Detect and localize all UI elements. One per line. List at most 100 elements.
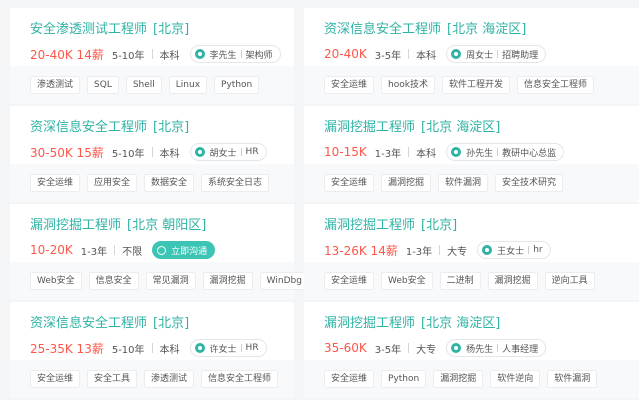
skill-tag[interactable]: 系统安全日志 xyxy=(201,174,270,192)
job-title-text[interactable]: 资深信息安全工程师 xyxy=(30,316,147,331)
recruiter-role: 教研中心总监 xyxy=(502,148,557,159)
job-title-text[interactable]: 资深信息安全工程师 xyxy=(30,120,147,135)
skill-tag[interactable]: 安全工具 xyxy=(87,370,138,388)
skill-tag[interactable]: Linux xyxy=(168,76,208,94)
skill-tag[interactable]: 漏洞挖掘 xyxy=(202,272,253,290)
skill-tag[interactable]: 渗透测试 xyxy=(144,370,195,388)
skill-tag[interactable]: 应用安全 xyxy=(87,174,138,192)
recruiter-badge[interactable]: 许女士 HR xyxy=(189,339,267,357)
recruiter-role: hr xyxy=(533,245,543,255)
job-title-text[interactable]: 漏洞挖掘工程师 xyxy=(324,218,415,233)
chat-now-button[interactable]: 立即沟通 xyxy=(152,241,216,259)
divider xyxy=(439,245,441,255)
skill-tag[interactable]: 软件漏洞 xyxy=(438,174,489,192)
skill-tag[interactable]: hook技术 xyxy=(381,76,435,94)
skill-tag[interactable]: 软件逆向 xyxy=(490,370,541,388)
skill-tag[interactable]: Shell xyxy=(125,76,162,94)
job-card[interactable]: 资深信息安全工程师 [北京] 25-35K 13薪 5-10年 本科 许女士 HR… xyxy=(10,302,294,398)
job-title[interactable]: 漏洞挖掘工程师 [北京 海淀区] xyxy=(324,119,639,137)
skill-tag[interactable]: 逆向工具 xyxy=(544,272,595,290)
job-salary: 10-20K xyxy=(30,243,73,257)
job-card[interactable]: 漏洞挖掘工程师 [北京 朝阳区] 10-20K 1-3年 不限 立即沟通 Web安… xyxy=(10,204,309,300)
job-salary: 30-50K 15薪 xyxy=(30,145,104,160)
skill-tag[interactable]: 安全运维 xyxy=(324,76,375,94)
job-location: [北京] xyxy=(153,120,190,135)
skill-tag[interactable]: 信息安全 xyxy=(88,272,139,290)
job-card[interactable]: 漏洞挖掘工程师 [北京 海淀区] 10-15K 1-3年 本科 孙先生 教研中心总… xyxy=(304,106,639,202)
recruiter-badge[interactable]: 李先生 架构师 xyxy=(189,45,281,63)
job-card[interactable]: 安全渗透测试工程师 [北京] 20-40K 14薪 5-10年 本科 李先生 架构… xyxy=(10,8,294,104)
job-card[interactable]: 漏洞挖掘工程师 [北京] 13-26K 14薪 1-3年 大专 王女士 hr 安全… xyxy=(304,204,639,300)
job-tags: Web安全 信息安全 常见漏洞 漏洞挖掘 WinDbg xyxy=(10,262,309,300)
job-title[interactable]: 资深信息安全工程师 [北京] xyxy=(30,119,294,137)
skill-tag[interactable]: 二进制 xyxy=(439,272,481,290)
skill-tag[interactable]: WinDbg xyxy=(259,272,309,290)
job-title-text[interactable]: 漏洞挖掘工程师 xyxy=(30,218,121,233)
divider xyxy=(528,246,530,254)
divider xyxy=(240,50,242,58)
job-meta: 25-35K 13薪 5-10年 本科 许女士 HR xyxy=(30,339,294,357)
job-title-text[interactable]: 漏洞挖掘工程师 xyxy=(324,316,415,331)
skill-tag[interactable]: 软件漏洞 xyxy=(547,370,598,388)
job-salary: 25-35K 13薪 xyxy=(30,341,104,356)
job-experience: 5-10年 xyxy=(111,344,145,356)
job-education: 本科 xyxy=(159,344,180,356)
job-education: 本科 xyxy=(416,148,437,160)
job-tags: 安全运维 应用安全 数据安全 系统安全日志 xyxy=(10,164,294,202)
recruiter-badge[interactable]: 周女士 招聘助理 xyxy=(446,45,547,63)
job-meta: 13-26K 14薪 1-3年 大专 王女士 hr xyxy=(324,241,639,259)
job-meta: 20-40K 3-5年 本科 周女士 招聘助理 xyxy=(324,45,639,63)
job-experience: 1-3年 xyxy=(80,246,108,258)
skill-tag[interactable]: Python xyxy=(214,76,260,94)
skill-tag[interactable]: 安全运维 xyxy=(324,370,375,388)
recruiter-badge[interactable]: 王女士 hr xyxy=(477,241,551,259)
job-card[interactable]: 资深信息安全工程师 [北京] 30-50K 15薪 5-10年 本科 胡女士 HR… xyxy=(10,106,294,202)
skill-tag[interactable]: 常见漏洞 xyxy=(145,272,196,290)
skill-tag[interactable]: 软件工程开发 xyxy=(441,76,510,94)
chat-icon xyxy=(157,245,167,255)
job-title[interactable]: 资深信息安全工程师 [北京 海淀区] xyxy=(324,21,639,39)
skill-tag[interactable]: 漏洞挖掘 xyxy=(381,174,432,192)
recruiter-role: 招聘助理 xyxy=(502,50,539,61)
skill-tag[interactable]: 信息安全工程师 xyxy=(516,76,594,94)
skill-tag[interactable]: Web安全 xyxy=(381,272,433,290)
job-tags: 安全运维 hook技术 软件工程开发 信息安全工程师 xyxy=(304,66,639,104)
skill-tag[interactable]: SQL xyxy=(87,76,119,94)
recruiter-name: 王女士 xyxy=(497,246,525,257)
divider xyxy=(497,50,499,58)
skill-tag[interactable]: 安全运维 xyxy=(30,174,81,192)
job-education: 大专 xyxy=(447,246,468,258)
skill-tag[interactable]: 漏洞挖掘 xyxy=(433,370,484,388)
job-location: [北京 海淀区] xyxy=(447,22,527,37)
recruiter-badge[interactable]: 孙先生 教研中心总监 xyxy=(446,143,565,161)
skill-tag[interactable]: Web安全 xyxy=(30,272,82,290)
skill-tag[interactable]: 安全技术研究 xyxy=(495,174,564,192)
skill-tag[interactable]: Python xyxy=(381,370,427,388)
skill-tag[interactable]: 数据安全 xyxy=(144,174,195,192)
job-card[interactable]: 漏洞挖掘工程师 [北京 海淀区] 35-60K 3-5年 大专 杨先生 人事经理 … xyxy=(304,302,639,398)
job-experience: 3-5年 xyxy=(374,344,402,356)
recruiter-badge[interactable]: 杨先生 人事经理 xyxy=(446,339,547,357)
recruiter-role: 架构师 xyxy=(245,50,273,61)
skill-tag[interactable]: 信息安全工程师 xyxy=(201,370,279,388)
divider xyxy=(114,245,116,255)
job-title[interactable]: 漏洞挖掘工程师 [北京 朝阳区] xyxy=(30,217,294,235)
job-location: [北京] xyxy=(153,316,190,331)
job-title-text[interactable]: 资深信息安全工程师 xyxy=(324,22,441,37)
job-title[interactable]: 漏洞挖掘工程师 [北京] xyxy=(324,217,639,235)
skill-tag[interactable]: 渗透测试 xyxy=(30,76,81,94)
job-title-text[interactable]: 漏洞挖掘工程师 xyxy=(324,120,415,135)
divider xyxy=(408,49,410,59)
job-experience: 5-10年 xyxy=(111,148,145,160)
job-title-text[interactable]: 安全渗透测试工程师 xyxy=(30,22,147,37)
job-title[interactable]: 漏洞挖掘工程师 [北京 海淀区] xyxy=(324,315,639,333)
job-card[interactable]: 资深信息安全工程师 [北京 海淀区] 20-40K 3-5年 本科 周女士 招聘助… xyxy=(304,8,639,104)
job-title[interactable]: 安全渗透测试工程师 [北京] xyxy=(30,21,294,39)
skill-tag[interactable]: 漏洞挖掘 xyxy=(487,272,538,290)
skill-tag[interactable]: 安全运维 xyxy=(324,272,375,290)
job-title[interactable]: 资深信息安全工程师 [北京] xyxy=(30,315,294,333)
job-experience: 1-3年 xyxy=(374,148,402,160)
skill-tag[interactable]: 安全运维 xyxy=(30,370,81,388)
skill-tag[interactable]: 安全运维 xyxy=(324,174,375,192)
recruiter-badge[interactable]: 胡女士 HR xyxy=(189,143,267,161)
